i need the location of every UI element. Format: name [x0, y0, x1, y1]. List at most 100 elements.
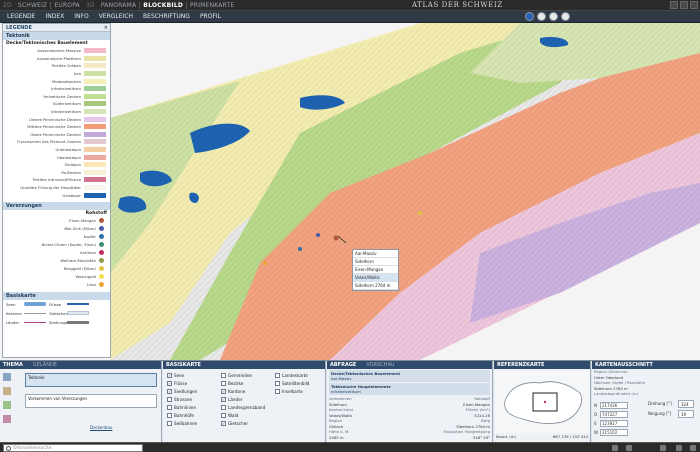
legend-item-label: Kupfer: [83, 234, 96, 240]
menu-beschriftung[interactable]: BESCHRIFTUNG: [138, 13, 195, 20]
tooltip-line: Eisen-Mangan: [353, 266, 398, 274]
deckenbau-link[interactable]: Deckenbau: [90, 425, 112, 430]
print-icon[interactable]: [612, 445, 618, 451]
tab-thema[interactable]: THEMA: [3, 361, 23, 369]
legend-item: Kupfer: [3, 233, 110, 241]
checkbox-icon: ✓: [221, 420, 226, 426]
layer-checkbox[interactable]: Seilbahnen: [167, 419, 219, 427]
menu-info[interactable]: INFO: [69, 13, 93, 20]
mineral-marker[interactable]: [333, 235, 339, 241]
checkbox-icon: [221, 380, 226, 386]
coord-input[interactable]: 315102: [600, 429, 628, 436]
place-search-input[interactable]: Ortsnamensuche: [3, 444, 143, 452]
drehung-input[interactable]: 324: [678, 400, 694, 408]
coord-input[interactable]: 217436: [600, 402, 628, 409]
maximize-icon[interactable]: [680, 1, 688, 9]
legend-item: Oberostalpin: [3, 153, 110, 161]
legend-base-row: Kantone Gletscher: [3, 309, 110, 318]
close-icon[interactable]: [690, 1, 698, 9]
minimize-icon[interactable]: [670, 1, 678, 9]
settings-icon[interactable]: [676, 445, 682, 451]
layer-checkbox[interactable]: Bahnhöfe: [167, 411, 219, 419]
layer-checkbox[interactable]: Satellitenbild: [275, 379, 325, 387]
tab-europa[interactable]: EUROPA: [51, 2, 83, 9]
menu-legende[interactable]: LEGENDE: [2, 13, 40, 20]
legend-section-vererzungen[interactable]: Vererzungen: [3, 201, 110, 210]
thema-item-vererzungen[interactable]: Vorkommen von Vererzungen: [25, 394, 157, 408]
legend-item: Ultrahelvetikum: [3, 108, 110, 116]
legend-item-label: Unterostalpin: [55, 147, 81, 153]
tab-gelaende[interactable]: GELÄNDE: [33, 361, 57, 369]
legend-section-tektonik[interactable]: Tektonik: [3, 32, 110, 40]
checkbox-icon: [167, 396, 172, 402]
export-icon[interactable]: [626, 445, 632, 451]
mineral-marker[interactable]: [298, 247, 302, 251]
checkbox-icon: [275, 388, 280, 394]
coord-input[interactable]: 123927: [600, 420, 628, 427]
society-icon[interactable]: [3, 387, 11, 395]
thema-item-tektonik[interactable]: Tektonik: [25, 373, 157, 387]
thema-header: THEMA GELÄNDE: [0, 361, 161, 369]
tab-blockbild[interactable]: BLOCKBILD: [140, 2, 186, 9]
mineral-marker[interactable]: [418, 211, 422, 215]
legend-tektonik-list: Aussenalpines Massive Aussenalpine Plattf…: [3, 47, 110, 199]
layer-checkbox[interactable]: ✓ Flüsse: [167, 379, 219, 387]
view-center-marker: [543, 400, 547, 404]
legend-close-icon[interactable]: ×: [104, 24, 108, 32]
economy-icon[interactable]: [3, 401, 11, 409]
layer-checkbox[interactable]: Bezirke: [221, 379, 275, 387]
layer-checkbox[interactable]: Gemeinden: [221, 371, 275, 379]
layer-checkbox[interactable]: Strassen: [167, 395, 219, 403]
coord-input[interactable]: 747227: [600, 411, 628, 418]
layer-checkbox[interactable]: Landeskarte: [275, 371, 325, 379]
nature-icon[interactable]: [3, 373, 11, 381]
help-icon[interactable]: [660, 445, 666, 451]
zoom-in-icon[interactable]: [537, 12, 546, 21]
abfrage-header: ABFRAGE VORSCHAU: [327, 361, 492, 369]
pointer-tool-icon[interactable]: [525, 12, 534, 21]
tab-panorama[interactable]: PANORAMA: [98, 2, 139, 9]
tab-2d[interactable]: 2D: [0, 2, 15, 9]
layer-checkbox[interactable]: ✓ Länder: [221, 395, 275, 403]
legend-item-label: Obere Penninische Decken: [30, 131, 81, 137]
tab-schweiz[interactable]: SCHWEIZ: [15, 2, 51, 9]
legend-item: Po-Becken: [3, 169, 110, 177]
legend-item: Helvetische Decken: [3, 93, 110, 101]
menu-index[interactable]: INDEX: [40, 13, 69, 20]
zoom-out-icon[interactable]: [549, 12, 558, 21]
coord-value: 123927: [602, 421, 618, 426]
layer-checkbox[interactable]: ✓ Seen: [167, 371, 219, 379]
menu-vergleich[interactable]: VERGLEICH: [94, 13, 138, 20]
tab-3d[interactable]: 3D: [83, 2, 98, 9]
legend-item-label: Blei-Zink (Silber): [64, 226, 96, 232]
checkbox-icon: [275, 372, 280, 378]
layer-checkbox[interactable]: Inselkarte: [275, 387, 325, 395]
legend-item-label: Tertiäre Intrusiva/Effusiva: [32, 177, 81, 183]
menu-profil[interactable]: PROFIL: [195, 13, 226, 20]
tab-vorschau[interactable]: VORSCHAU: [366, 361, 394, 369]
legend-item-label: Jura: [73, 71, 81, 77]
mineral-marker[interactable]: [316, 233, 320, 237]
mineral-dot-symbol: [99, 234, 104, 240]
neigung-input[interactable]: 19: [678, 410, 694, 418]
abfrage-block-value: Infrahelvetikum: [331, 389, 361, 394]
info-icon[interactable]: [690, 445, 696, 451]
legend-swatch: [84, 139, 106, 145]
reset-view-icon[interactable]: [561, 12, 570, 21]
layer-checkbox[interactable]: Bahnlinien: [167, 403, 219, 411]
legend-section-basiskarte[interactable]: Basiskarte: [3, 291, 110, 300]
checkbox-icon: ✓: [167, 380, 172, 386]
layer-checkbox[interactable]: Landesgrenzband: [221, 403, 275, 411]
layer-checkbox[interactable]: Wald: [221, 411, 275, 419]
layer-checkbox[interactable]: ✓ Gletscher: [221, 419, 275, 427]
tab-abfrage[interactable]: ABFRAGE: [330, 361, 356, 369]
relief-shading: [110, 23, 700, 360]
legend-item-label: Untere Penninische Decken: [28, 116, 81, 122]
layer-checkbox[interactable]: ✓ Kantone: [221, 387, 275, 395]
history-icon[interactable]: [3, 415, 11, 423]
coords-label: Koord. (m): [496, 434, 516, 439]
layer-checkbox[interactable]: ✓ Siedlungen: [167, 387, 219, 395]
tab-primenkarte[interactable]: PRIMENKARTE: [187, 2, 237, 9]
reference-map[interactable]: [495, 371, 590, 433]
mineral-marker[interactable]: [263, 261, 267, 265]
